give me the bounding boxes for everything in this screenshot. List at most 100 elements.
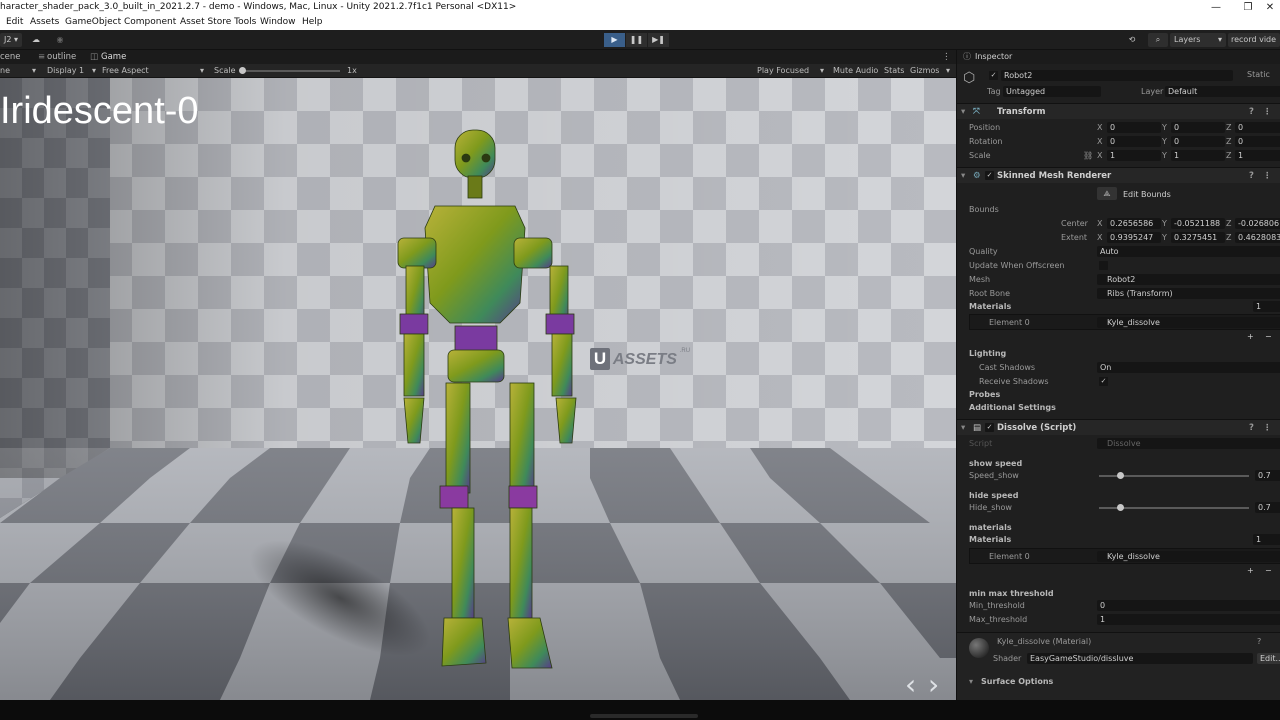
play-button[interactable]: ▶ xyxy=(604,33,625,47)
dissolve-header[interactable]: ▾ ▤ ✓ Dissolve (Script) ? ⋮ xyxy=(957,419,1280,435)
cloud-icon[interactable]: ☁ xyxy=(28,33,44,47)
add-item-icon[interactable]: + xyxy=(1247,566,1254,575)
max-threshold-field[interactable]: 1 xyxy=(1097,614,1280,625)
next-arrow-icon[interactable]: › xyxy=(928,668,939,700)
transform-position-z[interactable]: 0 xyxy=(1235,122,1280,133)
menu-window[interactable]: Window xyxy=(260,15,296,30)
materials-count-field[interactable]: 1 xyxy=(1253,301,1280,312)
transform-rotation-y[interactable]: 0 xyxy=(1171,136,1225,147)
settings-icon[interactable]: ⋮ xyxy=(1263,168,1272,184)
skinned-mesh-header[interactable]: ▾ ⚙ ✓ Skinned Mesh Renderer ? ⋮ xyxy=(957,167,1280,183)
transform-header[interactable]: ▾ ⤧ Transform ? ⋮ xyxy=(957,103,1280,119)
quality-dropdown[interactable]: Auto xyxy=(1097,246,1280,257)
add-item-icon[interactable]: + xyxy=(1247,332,1254,341)
aspect-dropdown[interactable]: Free Aspect xyxy=(102,64,149,78)
extent-y-field[interactable]: 0.3275451 xyxy=(1171,232,1225,243)
extent-z-field[interactable]: 0.4628083 xyxy=(1235,232,1280,243)
tab-game[interactable]: Game xyxy=(101,50,126,64)
dissolve-materials-foldout[interactable]: Materials xyxy=(969,535,1011,544)
cast-shadows-dropdown[interactable]: On xyxy=(1097,362,1280,373)
help-icon[interactable]: ? xyxy=(1249,420,1254,436)
receive-shadows-checkbox[interactable]: ✓ xyxy=(1099,377,1108,386)
gizmos-dropdown[interactable]: Gizmos xyxy=(910,64,939,78)
skinned-enabled-checkbox[interactable]: ✓ xyxy=(985,171,994,180)
close-button[interactable]: ✕ xyxy=(1260,0,1280,15)
tag-dropdown[interactable]: Untagged xyxy=(1003,86,1101,97)
tab-outline[interactable]: outline xyxy=(47,50,76,64)
help-icon[interactable]: ? xyxy=(1249,168,1254,184)
remove-item-icon[interactable]: − xyxy=(1265,332,1272,341)
tab-scene[interactable]: cene xyxy=(0,50,21,64)
help-icon[interactable]: ? xyxy=(1249,104,1254,120)
hide-show-field[interactable]: 0.7 xyxy=(1255,502,1280,513)
layers-dropdown[interactable]: Layers ▾ xyxy=(1170,33,1226,47)
collab-icon[interactable]: ◉ xyxy=(52,33,68,47)
search-icon[interactable]: ⌕ xyxy=(1148,33,1168,47)
element-0-field[interactable]: Kyle_dissolve xyxy=(1097,317,1280,328)
dissolve-element-0-field[interactable]: Kyle_dissolve xyxy=(1097,551,1280,562)
restore-button[interactable]: ❐ xyxy=(1238,0,1258,15)
menu-component[interactable]: Component xyxy=(124,15,176,30)
help-icon[interactable]: ? xyxy=(1257,637,1261,646)
transform-position-x[interactable]: 0 xyxy=(1107,122,1161,133)
shader-dropdown[interactable]: EasyGameStudio/dissluve xyxy=(1027,653,1253,664)
settings-icon[interactable]: ⋮ xyxy=(1263,420,1272,436)
menu-gameobject[interactable]: GameObject xyxy=(65,15,121,30)
center-y-field[interactable]: -0.0521188 xyxy=(1171,218,1225,229)
surface-options-label[interactable]: Surface Options xyxy=(981,677,1053,686)
mute-audio-toggle[interactable]: Mute Audio xyxy=(833,64,878,78)
active-checkbox[interactable]: ✓ xyxy=(989,71,998,80)
prev-arrow-icon[interactable]: ‹ xyxy=(905,668,916,700)
transform-scale-x[interactable]: 1 xyxy=(1107,150,1161,161)
tab-inspector[interactable]: Inspector xyxy=(975,50,1012,64)
lighting-label[interactable]: Lighting xyxy=(969,349,1006,358)
center-z-field[interactable]: -0.026806 xyxy=(1235,218,1280,229)
history-icon[interactable]: ⟲ xyxy=(1124,33,1140,47)
edit-bounds-button[interactable]: ⟁ xyxy=(1097,187,1117,200)
probes-label[interactable]: Probes xyxy=(969,390,1000,399)
extent-x-field[interactable]: 0.9395247 xyxy=(1107,232,1161,243)
play-focused-dropdown[interactable]: Play Focused xyxy=(757,64,809,78)
layer-dropdown[interactable]: Default xyxy=(1165,86,1280,97)
step-button[interactable]: ▶❚ xyxy=(648,33,669,47)
layout-dropdown[interactable]: record vide xyxy=(1228,33,1280,47)
dissolve-materials-count[interactable]: 1 xyxy=(1253,534,1280,545)
materials-foldout-label[interactable]: Materials xyxy=(969,302,1011,311)
object-name-field[interactable]: Robot2 xyxy=(1001,70,1233,81)
minimize-button[interactable]: — xyxy=(1206,0,1226,15)
dissolve-enabled-checkbox[interactable]: ✓ xyxy=(985,423,994,432)
menu-help[interactable]: Help xyxy=(302,15,323,30)
transform-rotation-x[interactable]: 0 xyxy=(1107,136,1161,147)
stats-toggle[interactable]: Stats xyxy=(884,64,904,78)
settings-icon[interactable]: ⋮ xyxy=(1263,104,1272,120)
more-options-icon[interactable]: ⋮ xyxy=(942,50,951,64)
display-mode-dropdown[interactable]: ne xyxy=(0,64,10,78)
root-bone-field[interactable]: Ribs (Transform) xyxy=(1097,288,1280,299)
min-threshold-field[interactable]: 0 xyxy=(1097,600,1280,611)
shader-edit-button[interactable]: Edit... xyxy=(1257,653,1280,664)
transform-position-y[interactable]: 0 xyxy=(1171,122,1225,133)
display-dropdown[interactable]: Display 1 xyxy=(47,64,84,78)
transform-scale-y[interactable]: 1 xyxy=(1171,150,1225,161)
menu-edit[interactable]: Edit xyxy=(6,15,23,30)
game-viewport[interactable]: ‹ › Iridescent-0 U ASSETS .RU xyxy=(0,78,956,700)
account-dropdown[interactable]: J2 ▾ xyxy=(0,33,22,47)
speed-show-field[interactable]: 0.7 xyxy=(1255,470,1280,481)
pause-button[interactable]: ❚❚ xyxy=(626,33,647,47)
hide-show-slider-knob[interactable] xyxy=(1117,504,1124,511)
speed-show-slider-knob[interactable] xyxy=(1117,472,1124,479)
update-offscreen-checkbox[interactable] xyxy=(1099,261,1108,270)
menu-asset-store-tools[interactable]: Asset Store Tools xyxy=(180,15,256,30)
link-icon[interactable]: ⛓ xyxy=(1083,151,1093,160)
speed-show-label: Speed_show xyxy=(969,471,1019,480)
remove-item-icon[interactable]: − xyxy=(1265,566,1272,575)
scale-slider-knob[interactable] xyxy=(239,67,246,74)
transform-scale-z[interactable]: 1 xyxy=(1235,150,1280,161)
static-checkbox-label[interactable]: Static xyxy=(1247,70,1270,79)
transform-rotation-z[interactable]: 0 xyxy=(1235,136,1280,147)
additional-settings-label[interactable]: Additional Settings xyxy=(969,403,1056,412)
center-x-field[interactable]: 0.2656586 xyxy=(1107,218,1161,229)
scale-slider-track[interactable] xyxy=(240,70,340,72)
menu-assets[interactable]: Assets xyxy=(30,15,59,30)
mesh-field[interactable]: Robot2 xyxy=(1097,274,1280,285)
